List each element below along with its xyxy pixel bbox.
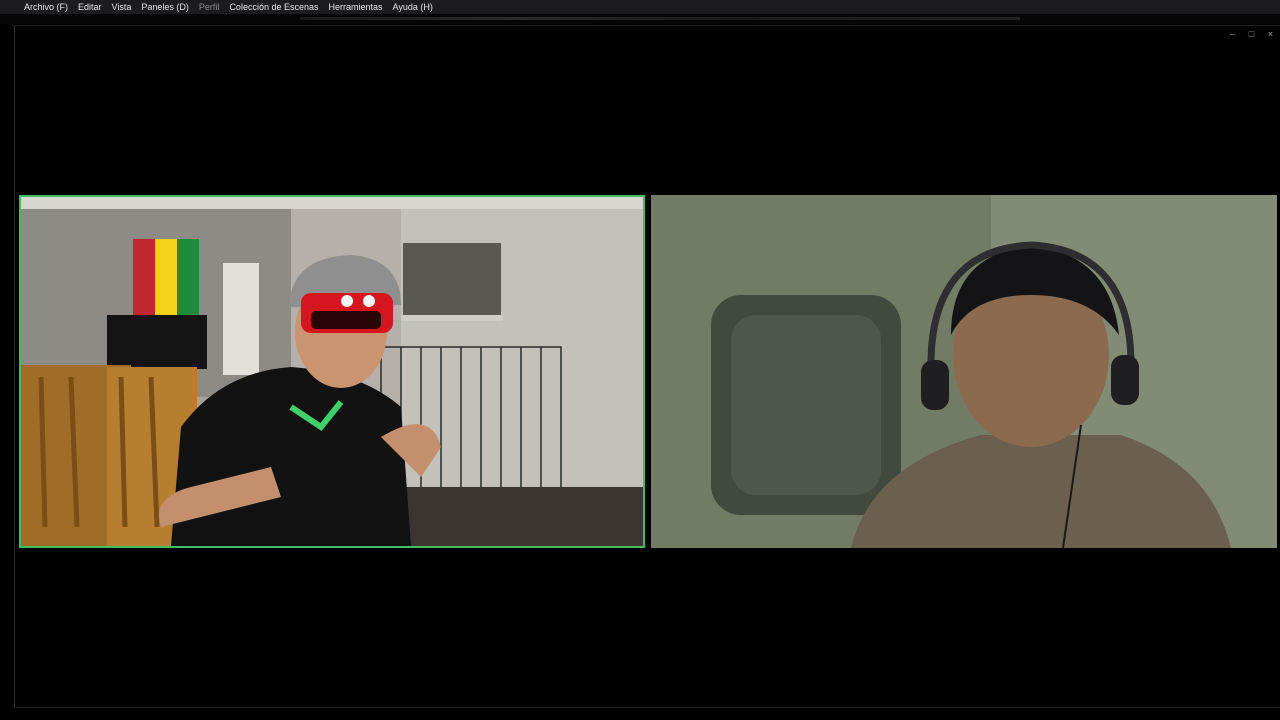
menu-perfil[interactable]: Perfil bbox=[199, 2, 220, 12]
menu-ayuda[interactable]: Ayuda (H) bbox=[393, 2, 433, 12]
close-icon[interactable]: × bbox=[1265, 29, 1276, 40]
menu-bar: Archivo (F) Editar Vista Paneles (D) Per… bbox=[0, 0, 1280, 14]
maximize-icon[interactable]: □ bbox=[1246, 29, 1257, 40]
menu-editar[interactable]: Editar bbox=[78, 2, 102, 12]
video-tile-left[interactable] bbox=[19, 195, 645, 548]
video-feed-left bbox=[21, 197, 643, 546]
menu-archivo[interactable]: Archivo (F) bbox=[24, 2, 68, 12]
menu-herramientas[interactable]: Herramientas bbox=[329, 2, 383, 12]
window-controls: – □ × bbox=[1227, 29, 1276, 40]
video-feed-right bbox=[651, 195, 1277, 548]
menu-paneles[interactable]: Paneles (D) bbox=[141, 2, 189, 12]
toolbar-ghost bbox=[300, 17, 1020, 20]
minimize-icon[interactable]: – bbox=[1227, 29, 1238, 40]
video-tile-right[interactable] bbox=[651, 195, 1277, 548]
toolbar-strip bbox=[0, 14, 1280, 24]
menu-coleccion-escenas[interactable]: Colección de Escenas bbox=[229, 2, 318, 12]
menu-vista[interactable]: Vista bbox=[112, 2, 132, 12]
